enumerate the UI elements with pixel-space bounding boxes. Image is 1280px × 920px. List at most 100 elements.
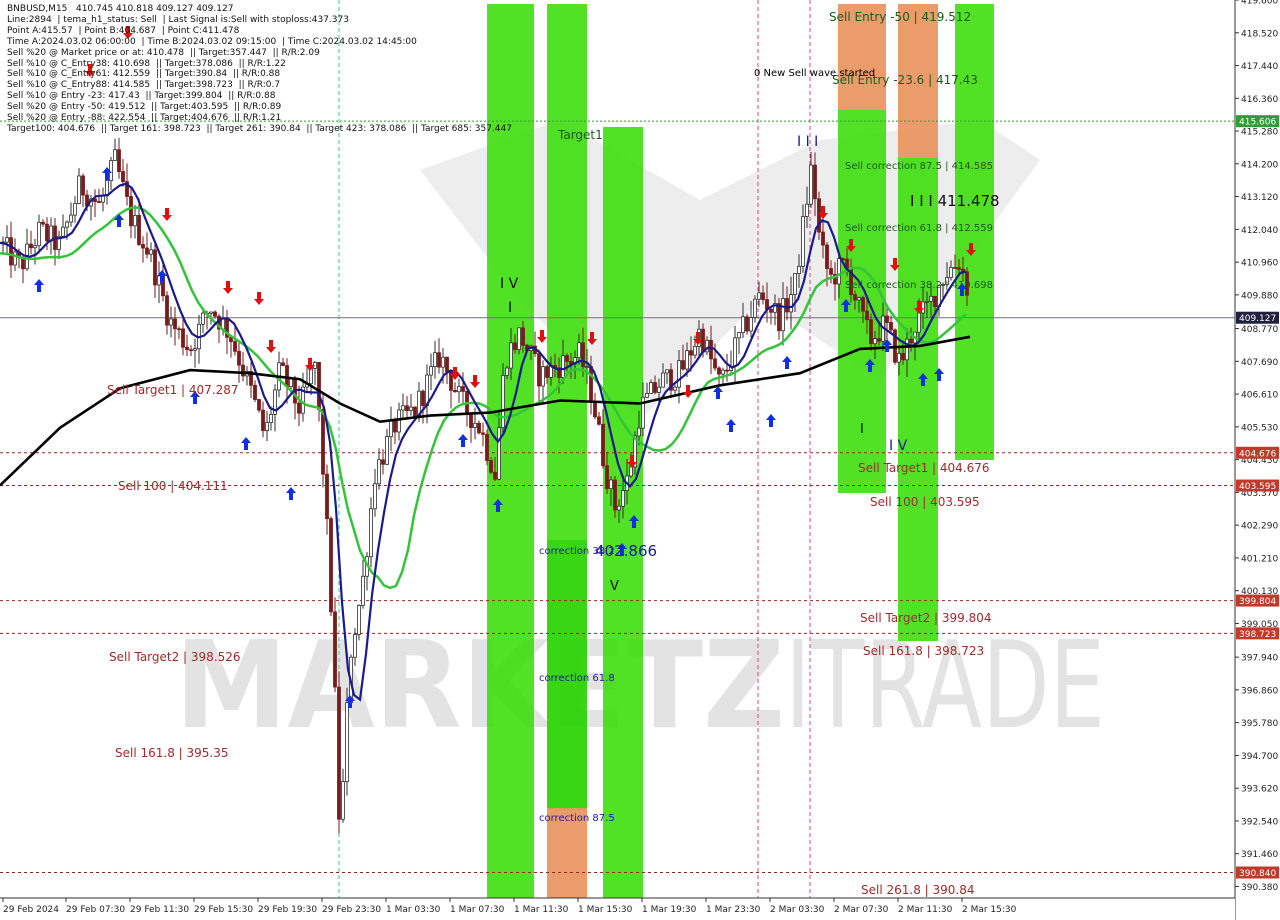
candle-body <box>433 352 437 368</box>
price-axis[interactable]: 419.600 418.520 417.440 416.360 415.280 414.2… <box>1234 0 1280 920</box>
candle[interactable] <box>257 398 261 413</box>
candle[interactable] <box>485 429 489 466</box>
info-line: Sell %10 @ C_Entry88: 414.585 || Target:… <box>7 80 281 91</box>
level-label: Sell 261.8 | 390.84 <box>861 883 975 897</box>
price-tag-label: 399.804 <box>1239 597 1276 607</box>
time-tick-label: 1 Mar 07:30 <box>450 905 505 915</box>
candle-body <box>701 328 705 353</box>
candle-body <box>693 345 697 356</box>
candle-body <box>117 149 121 172</box>
time-tick-label: 29 Feb 07:30 <box>66 905 125 915</box>
price-tick-label: 395.780 <box>1241 719 1278 729</box>
candle-body <box>629 466 633 477</box>
candle-body <box>597 416 601 425</box>
candle-body <box>281 362 285 366</box>
time-tick-label: 1 Mar 11:30 <box>514 905 569 915</box>
chart-canvas[interactable]: MARKETZ ITRADE Sell Target1 | 407.287 Sell … <box>0 0 1280 920</box>
time-tick-label: 29 Feb 2024 <box>3 905 59 915</box>
candle-body <box>813 164 817 200</box>
candle-body <box>857 297 861 301</box>
candle-body <box>713 358 717 369</box>
time-tick-label: 2 Mar 15:30 <box>962 905 1017 915</box>
candle-body <box>853 294 857 301</box>
candle-body <box>861 297 865 312</box>
candle-body <box>41 221 45 225</box>
price-tick-label: 408.770 <box>1241 325 1278 335</box>
candle-body <box>393 420 397 433</box>
info-line: Sell %20 @ Entry -88: 422.554 || Target:… <box>7 113 282 123</box>
candle-body <box>793 273 797 295</box>
candle-body <box>489 460 493 473</box>
candle-body <box>577 342 581 359</box>
candle-body <box>917 312 921 333</box>
candle[interactable] <box>329 516 333 616</box>
candle-body <box>869 319 873 345</box>
candle-body <box>201 312 205 325</box>
candle-body <box>13 251 17 266</box>
level-label: Sell Target1 | 404.676 <box>858 461 990 475</box>
candle-body <box>689 350 693 356</box>
price-tick-label: 410.960 <box>1241 259 1278 269</box>
candle-body <box>77 175 81 204</box>
price-tick-label: 391.460 <box>1241 850 1278 860</box>
candle-body <box>341 781 345 820</box>
candle-body <box>9 237 13 266</box>
chart-annotation: V <box>610 579 619 594</box>
candle-body <box>61 226 65 237</box>
candle-body <box>153 249 157 286</box>
info-line: Line:2894 | tema_h1_status: Sell | Last … <box>7 14 349 25</box>
time-axis[interactable]: 29 Feb 2024 29 Feb 07:30 29 Feb 11:30 29 Fe… <box>0 897 1235 920</box>
candle-body <box>617 505 621 511</box>
candle-body <box>241 364 245 377</box>
price-tick-label: 396.860 <box>1241 686 1278 696</box>
level-label: Sell 100 | 403.595 <box>870 495 980 509</box>
candle-body <box>401 405 405 411</box>
candle-body <box>501 375 505 428</box>
candle-body <box>177 328 181 331</box>
candle-body <box>609 479 613 489</box>
candle-body <box>605 465 609 489</box>
price-tick-label: 415.280 <box>1241 128 1278 138</box>
watermark-text: MARKETZ <box>175 617 785 756</box>
candle-body <box>565 355 569 362</box>
candle-body <box>133 214 137 227</box>
candle[interactable] <box>333 597 337 692</box>
candle-body <box>657 386 661 393</box>
candle-body <box>497 427 501 480</box>
price-tick-label: 406.610 <box>1241 391 1278 401</box>
time-tick-label: 1 Mar 15:30 <box>578 905 633 915</box>
candle-body <box>81 175 85 196</box>
candle-body <box>469 412 473 428</box>
price-tag-label: 403.595 <box>1239 482 1276 492</box>
candle-body <box>613 479 617 511</box>
price-tick-label: 414.200 <box>1241 160 1278 170</box>
candle[interactable] <box>337 671 341 834</box>
candle-body <box>237 350 241 366</box>
candle-body <box>637 427 641 437</box>
candle-body <box>749 317 753 332</box>
candle-body <box>513 342 517 350</box>
candle-body <box>681 360 685 370</box>
candle-body <box>829 268 833 275</box>
time-tick-label: 29 Feb 19:30 <box>258 905 317 915</box>
candle-body <box>741 316 745 333</box>
candle-body <box>521 327 525 346</box>
candle-body <box>781 298 785 332</box>
candle-body <box>721 369 725 375</box>
watermark-text-light: ITRADE <box>785 617 1105 756</box>
level-label: Sell Target1 | 407.287 <box>107 383 239 397</box>
candle-body <box>709 339 713 360</box>
candle-body <box>509 342 513 369</box>
candle-body <box>385 436 389 465</box>
candle-body <box>389 420 393 438</box>
time-tick-label: 2 Mar 11:30 <box>898 905 953 915</box>
time-tick-label: 1 Mar 19:30 <box>642 905 697 915</box>
candle-body <box>129 196 133 227</box>
candle-body <box>601 423 605 467</box>
price-tag-label: 398.723 <box>1239 630 1276 640</box>
candle-body <box>233 341 237 352</box>
candle-body <box>285 365 289 387</box>
candle-body <box>257 399 261 411</box>
price-tick-label: 407.690 <box>1241 358 1278 368</box>
candle-body <box>381 459 385 465</box>
